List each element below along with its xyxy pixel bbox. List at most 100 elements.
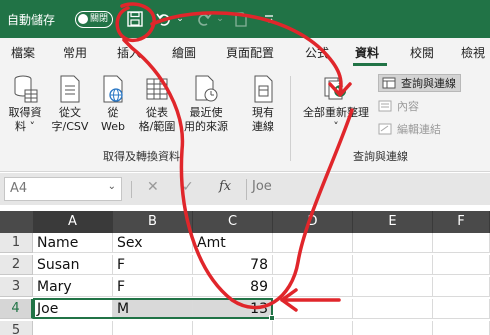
from-text-label-1: 從文 (59, 106, 81, 119)
redo-dropdown-icon[interactable]: ⌄ (215, 8, 225, 30)
select-all-corner[interactable] (0, 211, 33, 233)
cell-f1[interactable] (433, 233, 490, 253)
cell-b5[interactable] (113, 321, 193, 335)
refresh-all-label: 全部重新整理 (303, 106, 369, 119)
row-header[interactable]: 1 (0, 233, 33, 253)
queries-connections-label: 查詢與連線 (401, 77, 456, 90)
cell-d4[interactable] (273, 299, 353, 319)
recent-sources-button[interactable]: 最近使 用的來源 (181, 74, 231, 134)
formula-input[interactable]: Joe (252, 179, 272, 194)
queries-connections-button[interactable]: 查詢與連線 (378, 74, 461, 92)
title-bar: 自動儲存 關閉 ⌄ ⌄ (0, 0, 490, 38)
document-icon[interactable] (233, 8, 249, 30)
column-header-f[interactable]: F (433, 211, 490, 233)
row-header[interactable]: 3 (0, 277, 33, 297)
from-web-button[interactable]: 從 Web (95, 74, 131, 134)
tab-draw[interactable]: 繪圖 (172, 44, 196, 61)
cell-a3[interactable]: Mary (33, 277, 113, 297)
cell-b2[interactable]: F (113, 255, 193, 275)
fill-handle[interactable] (269, 315, 275, 321)
cell-e3[interactable] (353, 277, 433, 297)
edit-links-button[interactable]: 編輯連結 (378, 120, 441, 138)
name-box-value: A4 (10, 181, 28, 196)
cell-a4-active[interactable]: Joe (33, 299, 113, 319)
from-table-label-1: 從表 (146, 106, 168, 119)
cell-c1[interactable]: Amt (193, 233, 273, 253)
tab-page-layout[interactable]: 頁面配置 (226, 44, 274, 61)
from-web-label-2: Web (101, 120, 125, 133)
customize-toolbar-icon[interactable] (262, 8, 276, 30)
tab-view[interactable]: 檢視 (461, 44, 485, 61)
autosave-toggle-state: 關閉 (90, 14, 109, 24)
cell-d2[interactable] (273, 255, 353, 275)
column-header-b[interactable]: B (113, 211, 193, 233)
column-header-a[interactable]: A (33, 211, 113, 233)
properties-label: 內容 (397, 100, 419, 113)
cell-f3[interactable] (433, 277, 490, 297)
from-table-range-button[interactable]: 從表 格/範圍 (135, 74, 179, 134)
cancel-icon[interactable]: ✕ (147, 179, 159, 195)
get-data-label-1: 取得資 (8, 106, 42, 119)
tab-data[interactable]: 資料 (355, 44, 379, 61)
row-header[interactable]: 5 (0, 321, 33, 335)
group-separator (290, 76, 291, 161)
autosave-label: 自動儲存 (7, 13, 56, 27)
cell-e5[interactable] (353, 321, 433, 335)
undo-icon[interactable] (155, 8, 173, 30)
get-data-button[interactable]: 取得資 料 ˅ (5, 74, 45, 134)
cell-e1[interactable] (353, 233, 433, 253)
refresh-all-button[interactable]: 全部重新整理 ˅ (298, 74, 374, 134)
properties-icon (378, 100, 392, 112)
get-transform-group-label: 取得及轉換資料 (103, 150, 180, 163)
from-text-csv-button[interactable]: 從文 字/CSV (48, 74, 92, 134)
cell-b4[interactable]: M (113, 299, 193, 319)
row-header-selected[interactable]: 4 (0, 299, 33, 319)
cell-c2[interactable]: 78 (193, 255, 273, 275)
tab-review[interactable]: 校閱 (410, 44, 434, 61)
from-text-label-2: 字/CSV (51, 120, 89, 133)
cell-a5[interactable] (33, 321, 113, 335)
get-data-label-2: 料 ˅ (15, 120, 35, 133)
existing-connections-label-2: 連線 (252, 120, 274, 133)
tab-formulas[interactable]: 公式 (305, 44, 329, 61)
cell-f5[interactable] (433, 321, 490, 335)
cell-f4[interactable] (433, 299, 490, 319)
undo-dropdown-icon[interactable]: ⌄ (175, 8, 185, 30)
table-icon (144, 74, 170, 104)
row-header[interactable]: 2 (0, 255, 33, 275)
redo-icon[interactable] (195, 8, 213, 30)
tab-insert[interactable]: 插入 (117, 44, 141, 61)
cell-a1[interactable]: Name (33, 233, 113, 253)
name-box-dropdown-icon[interactable]: ⌄ (108, 181, 116, 192)
column-header-d[interactable]: D (273, 211, 353, 233)
tab-home[interactable]: 常用 (63, 44, 87, 61)
cell-f2[interactable] (433, 255, 490, 275)
save-icon[interactable] (124, 8, 146, 30)
cell-d5[interactable] (273, 321, 353, 335)
existing-connections-button[interactable]: 現有 連線 (244, 74, 282, 134)
cell-c4[interactable]: 13 (193, 299, 273, 319)
cell-b1[interactable]: Sex (113, 233, 193, 253)
cell-d1[interactable] (273, 233, 353, 253)
ribbon-data: 取得資 料 ˅ 從文 字/CSV 從 Web 從表 格/範圍 最近使 用的來源 … (0, 66, 490, 172)
cell-c5[interactable] (193, 321, 273, 335)
cell-c3[interactable]: 89 (193, 277, 273, 297)
cell-d3[interactable] (273, 277, 353, 297)
from-table-label-2: 格/範圍 (138, 120, 176, 133)
tab-file[interactable]: 檔案 (11, 44, 35, 61)
recent-sources-label-2: 用的來源 (184, 120, 228, 133)
cell-a2[interactable]: Susan (33, 255, 113, 275)
autosave-toggle[interactable]: 關閉 (75, 11, 113, 28)
existing-connections-icon (250, 74, 276, 104)
cell-e2[interactable] (353, 255, 433, 275)
cell-e4[interactable] (353, 299, 433, 319)
recent-sources-icon (193, 74, 219, 104)
column-header-e[interactable]: E (353, 211, 433, 233)
name-box[interactable]: A4 ⌄ (4, 177, 122, 201)
enter-icon[interactable]: ✓ (182, 179, 194, 195)
cell-b3[interactable]: F (113, 277, 193, 297)
insert-function-icon[interactable]: fx (219, 179, 231, 194)
column-header-c[interactable]: C (193, 211, 273, 233)
properties-button[interactable]: 內容 (378, 97, 419, 115)
excel-window: 自動儲存 關閉 ⌄ ⌄ 檔案 常用 插入 繪圖 頁面配置 公式 資料 校閱 檢視… (0, 0, 490, 335)
